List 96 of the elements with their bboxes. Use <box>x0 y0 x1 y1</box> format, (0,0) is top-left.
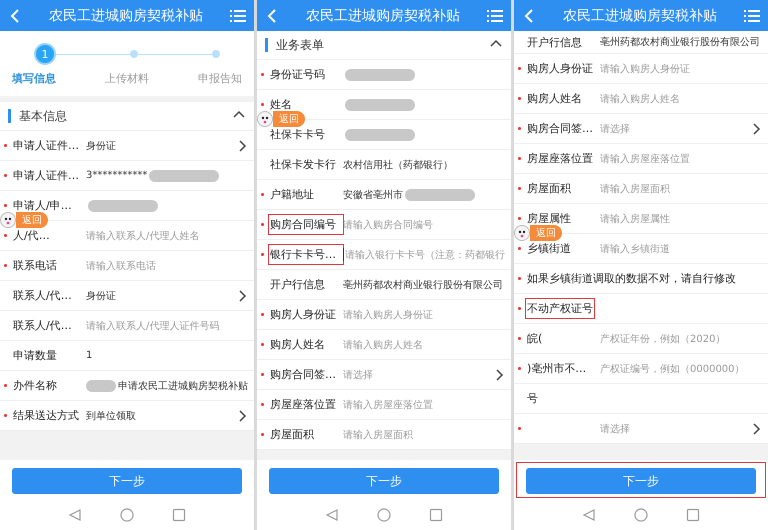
input-field[interactable]: 产权证年份，例如（2020） <box>600 332 764 346</box>
input-field[interactable]: 请输入银行卡卡号（注意：药都银行 <box>343 248 507 262</box>
field-label: 如果乡镇街道调取的数据不对，请自行修改 <box>526 271 737 287</box>
step-label: 上传材料 <box>105 71 149 86</box>
menu-icon[interactable] <box>487 8 503 22</box>
field-label: 申请人证件… <box>12 168 80 184</box>
input-field[interactable]: 请输入房屋属性 <box>600 212 764 226</box>
menu-icon[interactable] <box>230 8 246 22</box>
input-field[interactable]: 请输入购房人姓名 <box>600 92 764 106</box>
field-label: 房屋属性 <box>526 211 572 227</box>
section-title: 基本信息 <box>19 108 68 124</box>
field-label: 申请人/申… <box>12 198 73 214</box>
back-nav-icon[interactable] <box>325 508 339 522</box>
field-label: 购房人身份证 <box>269 307 337 323</box>
select-value[interactable]: 身份证 <box>86 288 116 302</box>
field-label: 房屋座落位置 <box>526 151 594 167</box>
field-label: 社保卡发卡行 <box>269 157 337 173</box>
back-nav-icon[interactable] <box>68 508 82 522</box>
next-step-button[interactable]: 下一步 <box>269 468 499 494</box>
field-label: 结果送达方式 <box>12 408 80 424</box>
field-label: 号 <box>526 391 539 407</box>
recents-nav-icon[interactable] <box>429 508 443 522</box>
step-number: 1 <box>34 43 56 65</box>
field-label: 申请人证件… <box>12 138 80 154</box>
field-label: 购房人姓名 <box>526 91 583 107</box>
field-label: 购房合同编号 <box>269 215 343 234</box>
field-label: 房屋座落位置 <box>269 397 337 413</box>
home-nav-icon[interactable] <box>120 508 134 522</box>
input-field[interactable]: 请输入房屋面积 <box>343 428 507 442</box>
field-label: 开户行信息 <box>269 277 326 293</box>
return-button[interactable]: 返回 <box>16 212 48 228</box>
field-label: 皖( <box>526 331 544 347</box>
field-label: 联系人/代… <box>12 318 73 334</box>
input-field[interactable]: 请输入购房人姓名 <box>343 338 507 352</box>
input-field[interactable]: 请输入联系人/代理人姓名 <box>86 228 250 242</box>
select-field[interactable]: 请选择 <box>600 122 750 136</box>
page-title: 农民工进城购房契税补贴 <box>306 6 460 24</box>
menu-icon[interactable] <box>744 8 760 22</box>
section-header[interactable]: 基本信息 <box>0 102 254 131</box>
mascot-icon[interactable] <box>0 212 16 228</box>
field-value: 申请农民工进城购房契税补贴 <box>118 380 248 392</box>
field-label: 开户行信息 <box>526 34 583 50</box>
field-label: 身份证号码 <box>269 67 326 83</box>
next-step-button[interactable]: 下一步 <box>526 468 756 494</box>
field-label: 购房合同签… <box>269 367 337 383</box>
field-label: 人/代… <box>12 228 51 244</box>
field-value: 亳州药都农村商业银行股份有限公司 <box>600 36 760 49</box>
field-label: 房屋面积 <box>269 427 315 443</box>
mascot-icon[interactable] <box>257 111 273 127</box>
field-label: 购房人姓名 <box>269 337 326 353</box>
field-label: 联系人/代… <box>12 288 73 304</box>
recents-nav-icon[interactable] <box>686 508 700 522</box>
field-value: 3*********** <box>86 170 148 181</box>
field-label: 房屋面积 <box>526 181 572 197</box>
back-nav-icon[interactable] <box>582 508 596 522</box>
field-label: 办件名称 <box>12 378 58 394</box>
field-label: 乡镇街道 <box>526 241 572 257</box>
step-label: 填写信息 <box>12 71 56 86</box>
field-label: 申请数量 <box>12 348 58 364</box>
next-step-button[interactable]: 下一步 <box>12 468 242 494</box>
field-label: )亳州市不… <box>526 361 588 377</box>
field-label: 不动产权证号 <box>526 299 594 318</box>
field-label: 购房人身份证 <box>526 61 594 77</box>
field-value: 安徽省亳州市 <box>343 188 403 202</box>
field-label: 户籍地址 <box>269 187 315 203</box>
page-title: 农民工进城购房契税补贴 <box>563 6 717 24</box>
section-header[interactable]: 业务表单 <box>257 31 511 60</box>
field-value: 亳州药都农村商业银行股份有限公司 <box>343 278 503 292</box>
input-field[interactable]: 请输入联系电话 <box>86 258 250 272</box>
field-value: 1 <box>86 350 92 361</box>
select-value[interactable]: 到单位领取 <box>86 408 136 422</box>
input-field[interactable]: 请输入购房人身份证 <box>600 62 764 76</box>
page-title: 农民工进城购房契税补贴 <box>49 6 203 24</box>
select-field[interactable]: 请选择 <box>343 368 493 382</box>
field-label: 银行卡卡号… <box>269 245 343 264</box>
input-field[interactable]: 请输入购房人身份证 <box>343 308 507 322</box>
home-nav-icon[interactable] <box>634 508 648 522</box>
input-field[interactable]: 请输入房屋面积 <box>600 182 764 196</box>
return-button[interactable]: 返回 <box>273 111 305 127</box>
field-value: 农村信用社（药都银行） <box>343 158 453 172</box>
recents-nav-icon[interactable] <box>172 508 186 522</box>
input-field[interactable]: 请输入联系人/代理人证件号码 <box>86 318 250 332</box>
field-label: 社保卡卡号 <box>269 127 326 143</box>
step-label: 申报告知 <box>198 71 242 86</box>
home-nav-icon[interactable] <box>377 508 391 522</box>
return-button[interactable]: 返回 <box>530 225 562 241</box>
field-label: 购房合同签… <box>526 121 594 137</box>
field-label: 姓名 <box>269 97 293 113</box>
mascot-icon[interactable] <box>514 225 530 241</box>
select-value[interactable]: 身份证 <box>86 138 116 152</box>
input-field[interactable]: 请输入房屋座落位置 <box>600 152 764 166</box>
field-label: 联系电话 <box>12 258 58 274</box>
input-field[interactable]: 产权证编号，例如（0000000） <box>600 362 764 376</box>
input-field[interactable]: 请输入乡镇街道 <box>600 242 764 256</box>
section-title: 业务表单 <box>276 36 325 54</box>
input-field[interactable]: 请输入房屋座落位置 <box>343 398 507 412</box>
